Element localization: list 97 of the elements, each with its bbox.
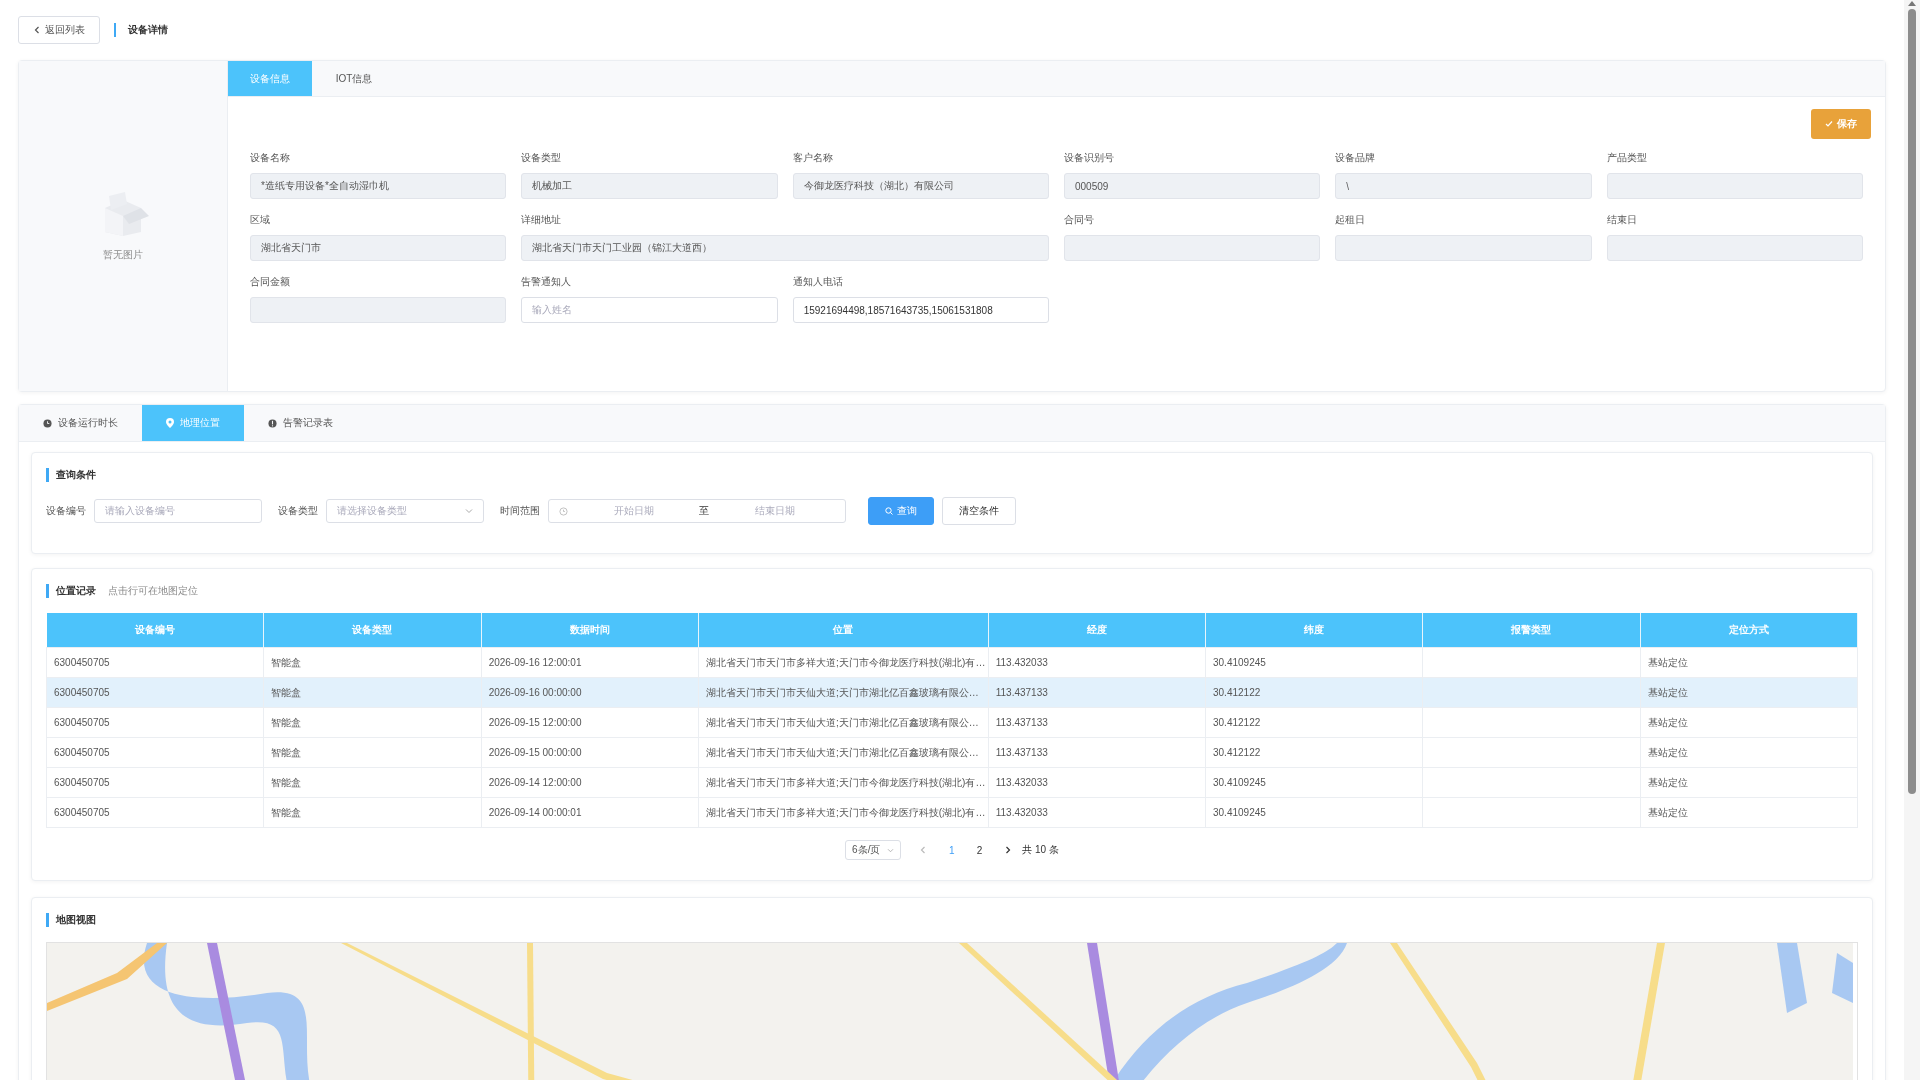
field-label: 设备名称 — [250, 151, 291, 165]
field-label: 客户名称 — [792, 151, 834, 165]
field-label: 时间范围 — [500, 504, 540, 518]
tab[interactable]: 告警记录表 — [244, 405, 357, 441]
field-label: 合同号 — [1064, 213, 1095, 227]
table-cell: 113.432033 — [988, 647, 1206, 678]
caret-down-icon — [465, 508, 473, 514]
page-size-select[interactable]: 6条/页 — [845, 840, 902, 860]
column-header: 定位方式 — [1640, 613, 1858, 648]
chevron-left-icon — [33, 26, 41, 34]
table-cell: 113.437133 — [988, 737, 1206, 768]
table-cell: 6300450705 — [46, 707, 264, 738]
field-label: 通知人电话 — [792, 275, 844, 289]
table-cell: 6300450705 — [46, 737, 264, 768]
scrollbar-thumb[interactable] — [1908, 9, 1916, 794]
table-cell: 30.412122 — [1205, 707, 1423, 738]
table-cell: 30.412122 — [1205, 737, 1423, 768]
table-cell: 智能盒 — [263, 797, 482, 828]
table-cell: 湖北省天门市天门市天仙大道;天门市湖北亿百鑫玻璃有限公… — [698, 677, 989, 708]
table-cell: 2026-09-15 00:00:00 — [481, 737, 699, 768]
section-title: 查询条件 — [46, 468, 96, 482]
table-cell: 113.437133 — [988, 677, 1206, 708]
table-cell: 30.4109245 — [1205, 647, 1423, 678]
table-cell: 湖北省天门市天门市天仙大道;天门市湖北亿百鑫玻璃有限公… — [698, 707, 989, 738]
table-cell: 智能盒 — [263, 677, 482, 708]
table-cell: 湖北省天门市天门市多祥大道;天门市今御龙医疗科技(湖北)有… — [698, 647, 989, 678]
column-header: 报警类型 — [1422, 613, 1641, 648]
location-pin-icon — [166, 418, 174, 428]
table-cell: 6300450705 — [46, 647, 264, 678]
date-range-field[interactable]: 开始日期 至 结束日期 — [548, 499, 846, 523]
section-title: 位置记录 — [46, 584, 96, 598]
table-cell: 2026-09-14 12:00:00 — [481, 767, 699, 798]
table-cell: 基站定位 — [1640, 707, 1858, 738]
alert-icon — [268, 418, 277, 428]
field-label: 结束日 — [1606, 213, 1638, 227]
table-cell: 6300450705 — [46, 677, 264, 708]
tab[interactable]: IOT信息 — [312, 61, 396, 96]
table-cell: 2026-09-14 00:00:01 — [481, 797, 699, 828]
search-icon — [885, 507, 893, 515]
table-cell: 基站定位 — [1640, 797, 1858, 828]
chevron-right-icon — [1004, 846, 1013, 854]
table-cell: 30.4109245 — [1205, 767, 1423, 798]
table-cell: 2026-09-16 00:00:00 — [481, 677, 699, 708]
field-label: 区域 — [250, 213, 271, 227]
table-cell: 6300450705 — [46, 797, 264, 828]
field-label: 产品类型 — [1606, 151, 1648, 165]
check-icon — [1825, 120, 1833, 128]
column-header: 位置 — [698, 613, 989, 648]
field-label: 详细地址 — [521, 213, 563, 227]
field-label: 设备识别号 — [1064, 151, 1115, 165]
field-label: 设备品牌 — [1335, 151, 1377, 165]
scroll-up-icon[interactable] — [1908, 0, 1916, 6]
column-header: 设备类型 — [263, 613, 482, 648]
field-label: 起租日 — [1335, 213, 1367, 227]
field-label: 告警通知人 — [521, 275, 573, 289]
page-button[interactable]: 2 — [972, 844, 987, 856]
table-cell: 智能盒 — [263, 647, 482, 678]
field-label: 设备类型 — [521, 151, 563, 165]
table-cell: 113.437133 — [988, 707, 1206, 738]
table-cell: 30.4109245 — [1205, 797, 1423, 828]
scrollbar[interactable] — [1904, 0, 1920, 1080]
field-label: 合同金额 — [250, 275, 291, 289]
field-label: 设备编号 — [46, 504, 86, 518]
table-cell: 6300450705 — [46, 767, 264, 798]
table-cell: 113.432033 — [988, 797, 1206, 828]
caret-down-icon — [887, 847, 895, 853]
table-cell: 智能盒 — [263, 707, 482, 738]
table-cell: 基站定位 — [1640, 647, 1858, 678]
total-count: 共 10 条 — [1022, 843, 1059, 857]
table-cell: 30.412122 — [1205, 677, 1423, 708]
field-label: 设备类型 — [278, 504, 318, 518]
column-header: 经度 — [988, 613, 1206, 648]
table-cell: 113.432033 — [988, 767, 1206, 798]
clear-button[interactable]: 清空条件 — [942, 497, 1016, 525]
column-header: 数据时间 — [481, 613, 699, 648]
table-cell: 湖北省天门市天门市多祥大道;天门市今御龙医疗科技(湖北)有… — [698, 797, 989, 828]
chevron-left-icon — [919, 846, 928, 854]
page-title: 设备详情 — [114, 23, 168, 37]
table-cell: 基站定位 — [1640, 767, 1858, 798]
clock-icon — [559, 506, 568, 516]
table-cell: 智能盒 — [263, 737, 482, 768]
table-cell: 湖北省天门市天门市天仙大道;天门市湖北亿百鑫玻璃有限公… — [698, 737, 989, 768]
input-field[interactable]: 15921694498,18571643735,15061531808 — [792, 297, 1049, 323]
section-title: 地图视图 — [46, 913, 96, 927]
table-cell: 基站定位 — [1640, 737, 1858, 768]
column-header: 纬度 — [1205, 613, 1423, 648]
table-cell: 2026-09-15 12:00:00 — [481, 707, 699, 738]
tab[interactable]: 设备运行时长 — [19, 405, 142, 441]
back-button[interactable]: 返回列表 — [18, 16, 100, 44]
table-cell: 智能盒 — [263, 767, 482, 798]
clock-icon — [43, 418, 52, 428]
table-cell: 2026-09-16 12:00:01 — [481, 647, 699, 678]
hint-text: 点击行可在地图定位 — [108, 584, 198, 598]
no-image-text: 暂无图片 — [103, 248, 143, 262]
table-cell: 基站定位 — [1640, 677, 1858, 708]
column-header: 设备编号 — [46, 613, 264, 648]
table-cell: 湖北省天门市天门市多祥大道;天门市今御龙医疗科技(湖北)有… — [698, 767, 989, 798]
